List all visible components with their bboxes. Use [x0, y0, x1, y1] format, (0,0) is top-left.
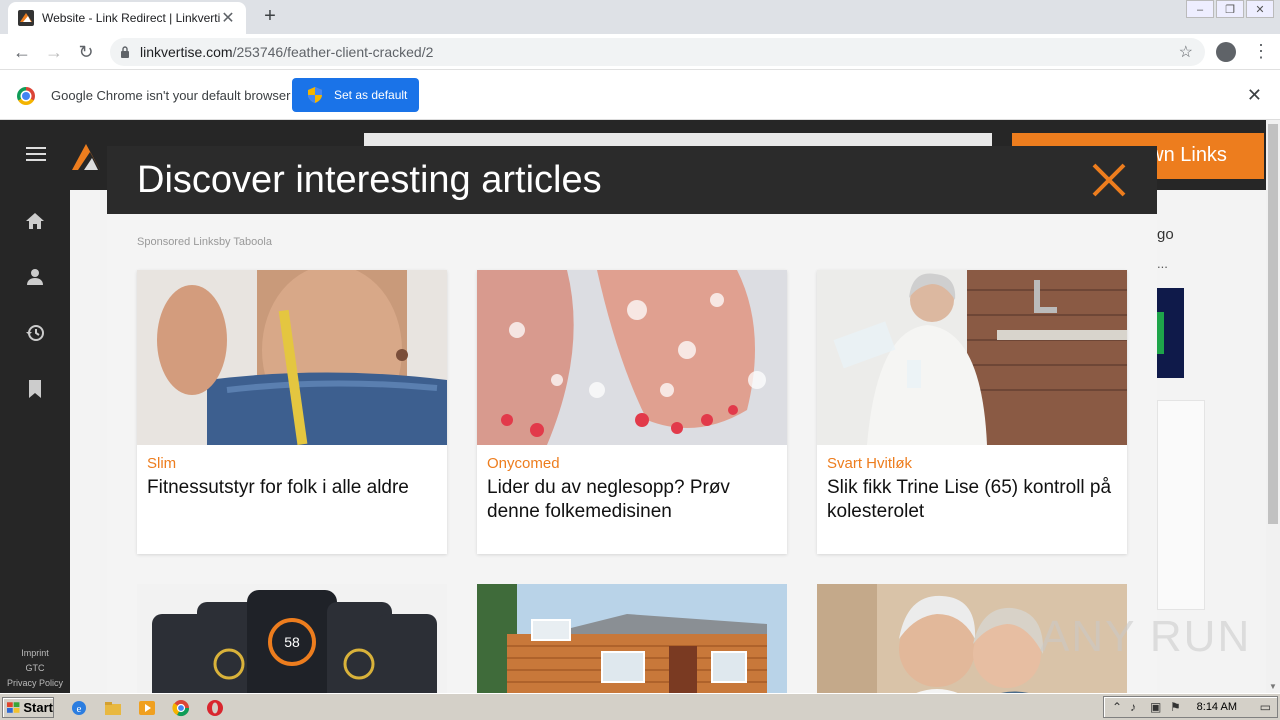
close-icon[interactable] [1091, 162, 1127, 198]
maximize-button[interactable]: ❐ [1216, 0, 1244, 18]
linkvertise-logo[interactable] [70, 140, 102, 172]
set-as-default-button[interactable]: Set as default [292, 78, 419, 112]
tab-title: Website - Link Redirect | Linkvertise [42, 11, 220, 25]
left-sidebar: Imprint GTC Privacy Policy [0, 190, 70, 693]
set-as-default-label: Set as default [334, 88, 408, 102]
background-green-button [1157, 312, 1164, 354]
article-card[interactable]: Onycomed Lider du av neglesopp? Prøv den… [477, 270, 787, 554]
article-brand: Svart Hvitløk [827, 455, 913, 472]
footer-link-imprint[interactable]: Imprint [0, 648, 70, 658]
system-tray: ⌃ ♪ ▣ ⚑ 8:14 AM ▭ [1103, 696, 1278, 718]
discover-articles-modal: Discover interesting articles Sponsored … [107, 146, 1157, 693]
article-image-waist-measure [137, 270, 447, 445]
article-title: Lider du av neglesopp? Prøv denne folkem… [487, 477, 730, 522]
tab-close-icon[interactable]: ✕ [220, 8, 236, 28]
infobar-message: Google Chrome isn't your default browser [51, 88, 291, 103]
scroll-thumb[interactable] [1268, 124, 1278, 524]
start-button[interactable]: Start [2, 697, 54, 718]
footer-link-privacy[interactable]: Privacy Policy [0, 678, 70, 688]
article-image-phones: 58 [137, 584, 447, 693]
page-viewport: own Links Imprint GTC Privacy Policy go … [0, 120, 1266, 693]
file-explorer-icon[interactable] [104, 699, 122, 717]
address-bar[interactable]: linkvertise.com/253746/feather-client-cr… [110, 38, 1205, 66]
opera-icon[interactable] [206, 699, 224, 717]
show-desktop-icon[interactable]: ▭ [1260, 700, 1271, 714]
media-player-icon[interactable] [138, 699, 156, 717]
svg-text:e: e [77, 703, 82, 715]
volume-icon[interactable]: ♪ [1130, 700, 1136, 714]
new-tab-button[interactable]: + [258, 6, 282, 26]
tray-expand-icon[interactable]: ⌃ [1112, 700, 1122, 714]
menu-kebab-icon[interactable]: ⋮ [1252, 42, 1270, 60]
article-title: Fitnessutstyr for folk i alle aldre [147, 477, 409, 498]
taskbar-clock: 8:14 AM [1196, 701, 1237, 713]
bookmark-star-icon[interactable]: ☆ [1179, 42, 1193, 62]
article-image-woman-water [817, 270, 1127, 445]
network-icon[interactable]: ▣ [1150, 700, 1161, 714]
forward-button[interactable]: → [42, 40, 66, 64]
screen: Website - Link Redirect | Linkvertise ✕ … [0, 0, 1280, 720]
article-card[interactable]: Svart Hvitløk Slik fikk Trine Lise (65) … [817, 270, 1127, 554]
url-text: linkvertise.com/253746/feather-client-cr… [140, 44, 433, 60]
back-button[interactable]: ← [10, 40, 34, 64]
profile-avatar-icon[interactable] [1216, 42, 1236, 62]
background-panel [1157, 400, 1205, 610]
history-icon[interactable] [24, 322, 46, 344]
bookmark-icon[interactable] [24, 378, 46, 400]
hamburger-menu-icon[interactable] [26, 147, 46, 161]
infobar-close-icon[interactable]: ✕ [1247, 85, 1262, 106]
url-path: /253746/feather-client-cracked/2 [232, 44, 434, 60]
windows-taskbar: Start e ⌃ ♪ ▣ ⚑ 8:14 AM ▭ [0, 693, 1280, 720]
article-image-feet [477, 270, 787, 445]
article-brand: Slim [147, 455, 177, 472]
home-icon[interactable] [24, 210, 46, 232]
modal-title: Discover interesting articles [137, 159, 602, 201]
article-card[interactable]: Slim Fitnessutstyr for folk i alle aldre [137, 270, 447, 554]
page-scrollbar[interactable]: ▲ ▼ [1266, 120, 1280, 693]
window-controls: – ❐ ✕ [1184, 0, 1274, 18]
footer-link-gtc[interactable]: GTC [0, 663, 70, 673]
user-icon[interactable] [24, 266, 46, 288]
uac-shield-icon [308, 87, 322, 103]
linkvertise-favicon-icon [18, 10, 34, 26]
internet-explorer-icon[interactable]: e [70, 699, 88, 717]
default-browser-infobar: Google Chrome isn't your default browser… [0, 70, 1280, 120]
reload-button[interactable]: ↻ [74, 40, 98, 64]
chrome-logo-icon [17, 87, 35, 105]
flag-icon[interactable]: ⚑ [1170, 700, 1181, 714]
lock-icon [121, 46, 129, 58]
browser-tab[interactable]: Website - Link Redirect | Linkvertise ✕ [8, 2, 246, 34]
chrome-taskbar-icon[interactable] [172, 699, 190, 717]
minimize-button[interactable]: – [1186, 0, 1214, 18]
article-image-tiny-house [477, 584, 787, 693]
modal-header: Discover interesting articles [107, 146, 1157, 214]
article-card[interactable]: 58 [137, 584, 447, 693]
background-ellipsis: ... [1157, 256, 1168, 271]
browser-toolbar: ← → ↻ linkvertise.com/253746/feather-cli… [0, 34, 1280, 70]
tab-strip: Website - Link Redirect | Linkvertise ✕ … [0, 0, 1280, 34]
windows-logo-icon [7, 701, 20, 713]
url-domain: linkvertise.com [140, 44, 233, 60]
phone-value: 58 [284, 634, 300, 650]
start-label: Start [23, 700, 53, 715]
scroll-down-arrow-icon[interactable]: ▼ [1269, 682, 1277, 691]
sponsored-label: Sponsored Linksby Taboola [137, 236, 272, 248]
window-close-button[interactable]: ✕ [1246, 0, 1274, 18]
anyrun-watermark: ANY RUN [1040, 612, 1252, 661]
article-brand: Onycomed [487, 455, 560, 472]
article-title: Slik fikk Trine Lise (65) kontroll på ko… [827, 477, 1112, 522]
article-card[interactable] [477, 584, 787, 693]
background-text: go [1157, 226, 1174, 243]
